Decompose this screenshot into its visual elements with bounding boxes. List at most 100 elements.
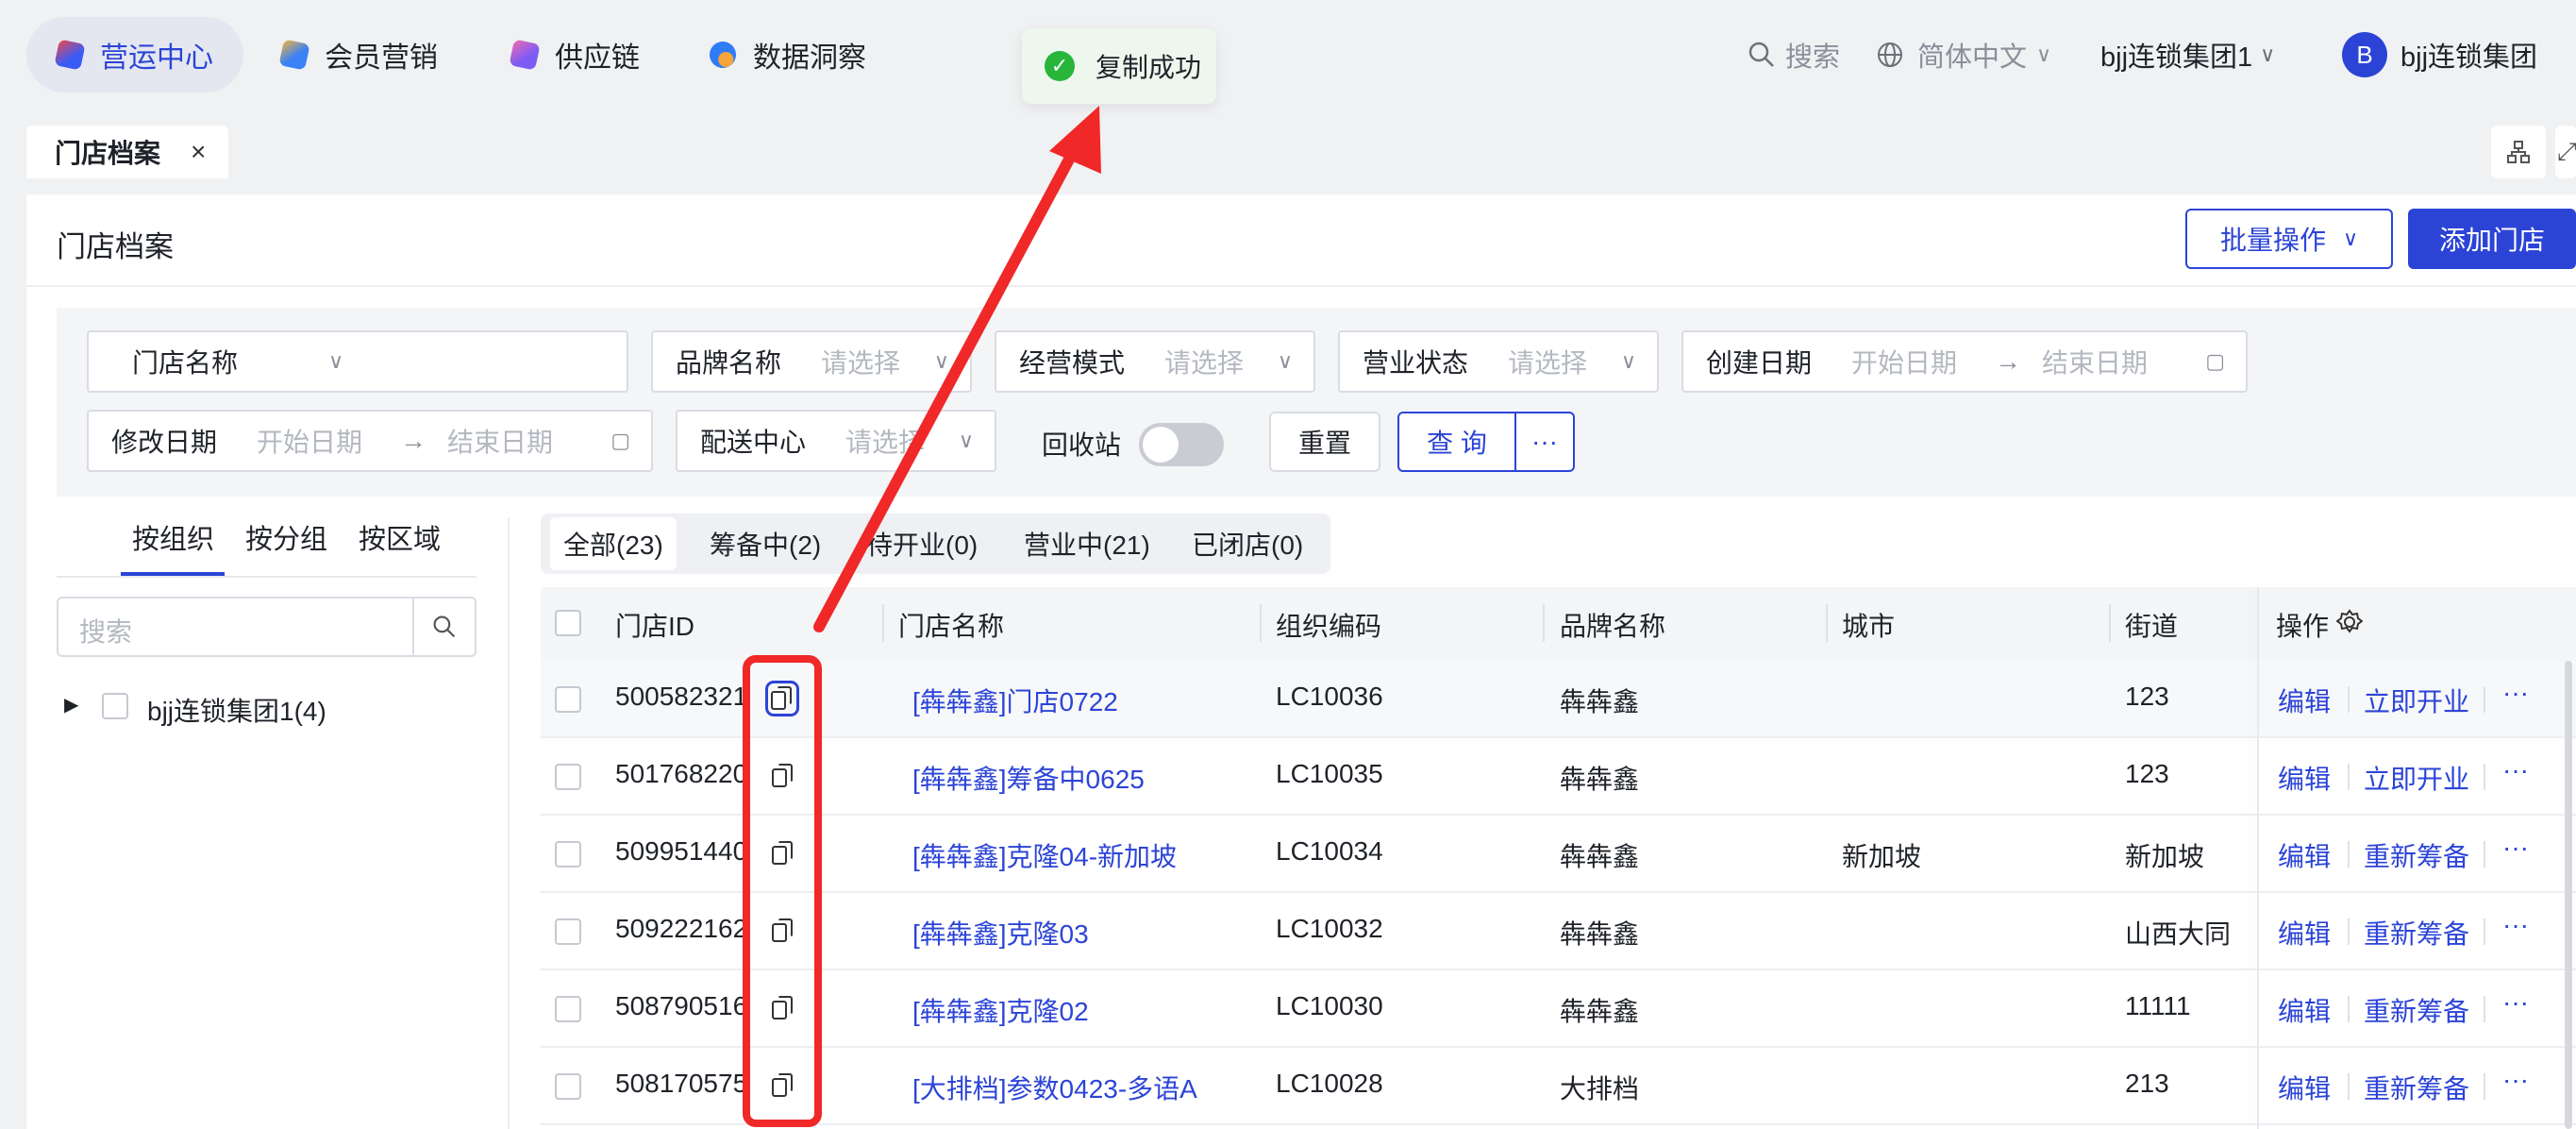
status-action-link[interactable]: 立即开业	[2364, 759, 2469, 797]
search-icon	[433, 615, 456, 638]
store-name-link[interactable]: [犇犇鑫]克隆04-新加坡	[912, 836, 1177, 874]
edit-link[interactable]: 编辑	[2278, 914, 2331, 952]
divider	[57, 576, 477, 578]
store-name-link[interactable]: [大排档]参数0423-多语A	[912, 1069, 1197, 1106]
tab-tools-icon[interactable]	[2491, 126, 2546, 178]
nav-item-supply-chain[interactable]: 供应链	[509, 17, 640, 93]
created-date-range[interactable]: 创建日期 开始日期 → 结束日期 ▢	[1681, 330, 2248, 393]
chevron-down-icon: ∨	[958, 429, 974, 452]
add-store-button[interactable]: 添加门店	[2408, 209, 2576, 269]
more-actions-button[interactable]: ···	[2502, 755, 2529, 785]
status-action-link[interactable]: 立即开业	[2364, 682, 2469, 719]
row-checkbox[interactable]	[555, 841, 581, 868]
brand-placeholder: 请选择	[821, 348, 901, 378]
store-id-cell: 508170575	[615, 1069, 744, 1098]
vertical-scrollbar[interactable]	[2565, 661, 2572, 1129]
ops-center-icon	[54, 39, 86, 71]
page-tab-store-archive[interactable]: 门店档案 ×	[26, 126, 228, 178]
recycle-bin-toggle[interactable]	[1139, 423, 1224, 466]
globe-icon	[1878, 42, 1902, 67]
status-tab-all[interactable]: 全部(23)	[550, 517, 677, 570]
business-mode-select[interactable]: 经营模式 请选择 ∨	[995, 330, 1315, 393]
brand-cell: 犇犇鑫	[1560, 687, 1640, 716]
store-name-select[interactable]: 门店名称 ∨	[87, 330, 628, 393]
tab-by-organization[interactable]: 按组织	[132, 517, 214, 557]
brand-cell: 犇犇鑫	[1560, 997, 1640, 1026]
tree-node-checkbox[interactable]	[102, 693, 128, 719]
column-header-org-code[interactable]: 组织编码	[1276, 606, 1381, 644]
divider	[508, 517, 510, 1129]
distribution-center-select[interactable]: 配送中心 请选择 ∨	[676, 410, 996, 472]
user-menu[interactable]: B bjj连锁集团	[2342, 28, 2537, 81]
column-header-actions: 操作	[2276, 612, 2330, 641]
brand-select[interactable]: 品牌名称 请选择 ∨	[651, 330, 972, 393]
active-tab-indicator	[121, 572, 225, 576]
tree-node-label[interactable]: bjj连锁集团1(4)	[147, 691, 326, 729]
store-name-link[interactable]: [犇犇鑫]克隆03	[912, 914, 1089, 952]
row-checkbox[interactable]	[555, 1073, 581, 1100]
row-checkbox[interactable]	[555, 918, 581, 945]
action-divider	[2484, 918, 2485, 945]
column-header-city[interactable]: 城市	[1842, 606, 1895, 644]
tab-by-region[interactable]: 按区域	[359, 517, 441, 557]
tab-by-group[interactable]: 按分组	[245, 517, 327, 557]
caret-right-icon[interactable]: ▶	[64, 693, 78, 716]
store-id-cell: 509222162	[615, 914, 744, 943]
action-divider	[2348, 841, 2350, 868]
nav-item-data-insight[interactable]: 数据洞察	[707, 17, 866, 93]
operating-status-select[interactable]: 营业状态 请选择 ∨	[1338, 330, 1659, 393]
batch-operation-button[interactable]: 批量操作 ∨	[2185, 209, 2393, 269]
tab-collapse-icon[interactable]: ⤢	[2555, 126, 2576, 178]
status-action-link[interactable]: 重新筹备	[2364, 1069, 2469, 1106]
more-query-button[interactable]: ···	[1514, 412, 1575, 472]
action-divider	[2348, 1073, 2350, 1100]
more-actions-button[interactable]: ···	[2502, 910, 2529, 940]
global-search[interactable]: 搜索	[1748, 28, 1840, 81]
row-checkbox[interactable]	[555, 686, 581, 713]
arrow-right-icon: →	[1995, 346, 2022, 376]
nav-item-ops-center[interactable]: 营运中心	[26, 17, 243, 93]
chevron-down-icon: ∨	[933, 349, 949, 373]
select-all-checkbox[interactable]	[555, 610, 581, 636]
end-date-placeholder: 结束日期	[2042, 348, 2149, 378]
store-name-link[interactable]: [犇犇鑫]克隆02	[912, 991, 1089, 1029]
status-tab-open[interactable]: 营业中(21)	[1024, 514, 1150, 574]
more-actions-button[interactable]: ···	[2502, 987, 2529, 1018]
close-icon[interactable]: ×	[191, 137, 206, 167]
status-tab-preparing[interactable]: 筹备中(2)	[710, 514, 821, 574]
tree-search[interactable]: 搜索	[57, 597, 477, 657]
edit-link[interactable]: 编辑	[2278, 682, 2331, 719]
store-name-link[interactable]: [犇犇鑫]筹备中0625	[912, 759, 1145, 797]
query-button[interactable]: 查 询	[1397, 412, 1516, 472]
org-switcher[interactable]: bjj连锁集团1 ∨	[2100, 28, 2275, 81]
edit-link[interactable]: 编辑	[2278, 759, 2331, 797]
row-checkbox[interactable]	[555, 764, 581, 790]
edit-link[interactable]: 编辑	[2278, 1069, 2331, 1106]
business-mode-label: 经营模式	[1019, 348, 1126, 378]
more-actions-button[interactable]: ···	[2502, 1065, 2529, 1095]
gear-icon[interactable]	[2336, 609, 2363, 635]
action-divider	[2484, 686, 2485, 713]
more-actions-button[interactable]: ···	[2502, 678, 2529, 708]
store-name-link[interactable]: [犇犇鑫]门店0722	[912, 682, 1118, 719]
nav-item-member-marketing[interactable]: 会员营销	[278, 17, 438, 93]
reset-button[interactable]: 重置	[1269, 412, 1380, 472]
recycle-bin-label: 回收站	[1042, 430, 1122, 460]
column-header-store-id[interactable]: 门店ID	[615, 606, 694, 644]
status-action-link[interactable]: 重新筹备	[2364, 914, 2469, 952]
batch-operation-label: 批量操作	[2219, 226, 2326, 255]
status-action-link[interactable]: 重新筹备	[2364, 991, 2469, 1029]
column-header-street[interactable]: 街道	[2125, 606, 2178, 644]
row-checkbox[interactable]	[555, 996, 581, 1022]
status-tab-closed[interactable]: 已闭店(0)	[1192, 514, 1303, 574]
edit-link[interactable]: 编辑	[2278, 991, 2331, 1029]
status-action-link[interactable]: 重新筹备	[2364, 836, 2469, 874]
modified-date-range[interactable]: 修改日期 开始日期 → 结束日期 ▢	[87, 410, 653, 472]
language-switcher[interactable]: 简体中文 ∨	[1876, 28, 2051, 81]
column-header-brand[interactable]: 品牌名称	[1560, 606, 1665, 644]
more-actions-button[interactable]: ···	[2502, 833, 2529, 863]
search-button[interactable]	[412, 598, 475, 655]
status-tab-pending-open[interactable]: 待开业(0)	[866, 514, 978, 574]
column-header-store-name[interactable]: 门店名称	[898, 606, 1004, 644]
edit-link[interactable]: 编辑	[2278, 836, 2331, 874]
